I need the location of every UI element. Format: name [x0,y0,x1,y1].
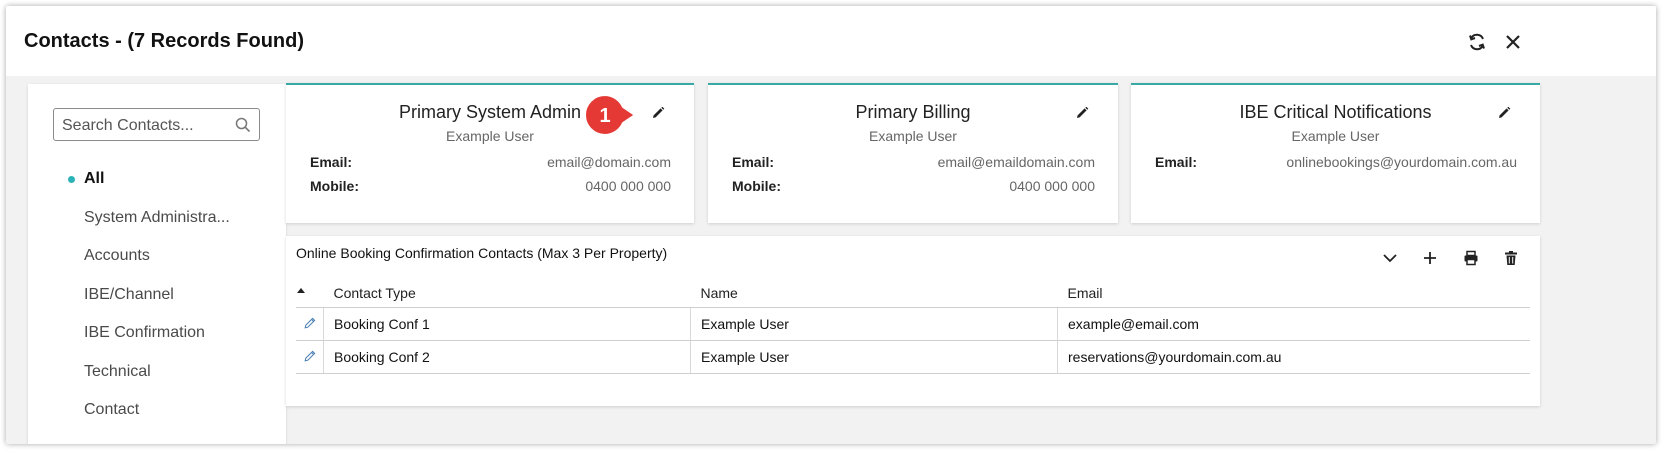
card-subtitle: Example User [1291,128,1380,144]
contact-category-list: All System Administra... Accounts IBE/Ch… [28,164,286,434]
mobile-value: 0400 000 000 [585,178,671,194]
trash-icon[interactable] [1501,248,1521,268]
dialog-title: Contacts - (7 Records Found) [24,30,305,52]
card-title: IBE Critical Notifications [1239,102,1432,122]
sort-column-header[interactable] [296,271,324,308]
active-indicator-dot [68,176,75,183]
contacts-dialog: Contacts - (7 Records Found) Search Cont… [6,6,1656,444]
sidebar-item-ibe-confirmation[interactable]: IBE Confirmation [28,318,286,357]
sidebar-item-label: IBE Confirmation [84,324,205,341]
column-header-name[interactable]: Name [690,271,1058,308]
email-label: Email: [1155,154,1198,170]
card-title: Primary Billing [855,102,971,122]
edit-pencil-icon[interactable] [1496,105,1512,121]
panel-title: Online Booking Confirmation Contacts (Ma… [296,245,668,261]
edit-pencil-icon [303,350,315,362]
close-icon[interactable] [1501,30,1525,54]
sidebar-item-label: All [84,170,105,187]
cell-email: reservations@yourdomain.com.au [1057,340,1530,374]
column-header-contact-type[interactable]: Contact Type [323,271,691,308]
chevron-down-icon[interactable] [1380,248,1400,268]
mobile-value: 0400 000 000 [1009,178,1095,194]
contacts-sidebar: All System Administra... Accounts IBE/Ch… [28,84,286,444]
email-value: email@emaildomain.com [937,154,1095,170]
dialog-header: Contacts - (7 Records Found) [6,6,1656,76]
cell-name: Example User [690,307,1058,341]
search-box [53,108,260,141]
cell-name: Example User [690,340,1058,374]
cell-contact-type: Booking Conf 2 [323,340,691,374]
email-label: Email: [310,154,353,170]
edit-pencil-icon[interactable] [1074,105,1090,121]
booking-confirmation-panel: Online Booking Confirmation Contacts (Ma… [286,236,1540,406]
column-header-email[interactable]: Email [1057,271,1530,308]
mobile-label: Mobile: [310,178,359,194]
cell-email: example@email.com [1057,307,1530,341]
sidebar-item-all[interactable]: All [28,164,286,203]
table-row: Booking Conf 1 Example User example@emai… [296,307,1530,341]
sidebar-item-label: Contact [84,401,140,418]
email-value: email@domain.com [547,154,671,170]
sidebar-item-label: Technical [84,362,151,380]
table-header-row: Contact Type Name Email [296,271,1530,308]
card-subtitle: Example User [869,128,957,144]
edit-pencil-icon[interactable] [650,105,666,121]
booking-contacts-table: Contact Type Name Email Booking Conf 1 E… [296,271,1530,374]
table-row: Booking Conf 2 Example User reservations… [296,340,1530,374]
email-label: Email: [732,154,775,170]
sidebar-item-contact[interactable]: Contact [28,395,286,434]
sidebar-item-ibe-channel[interactable]: IBE/Channel [28,280,286,319]
row-edit-cell[interactable] [296,307,324,341]
contact-card-primary-billing: Primary Billing Example User Email: emai… [708,83,1118,223]
callout-number: 1 [599,105,610,127]
sidebar-item-system-administrator[interactable]: System Administra... [28,203,286,242]
contact-card-ibe-critical-notifications: IBE Critical Notifications Example User … [1131,83,1540,223]
sidebar-item-label: System Administra... [84,208,230,226]
sidebar-item-label: IBE/Channel [84,285,174,303]
cell-contact-type: Booking Conf 1 [323,307,691,341]
sort-ascending-icon [297,288,305,293]
sidebar-item-technical[interactable]: Technical [28,357,286,396]
print-icon[interactable] [1461,248,1481,268]
sidebar-item-label: Accounts [84,247,150,264]
refresh-icon[interactable] [1465,30,1489,54]
edit-pencil-icon [303,317,315,329]
step-callout-badge: 1 [584,93,637,137]
search-icon[interactable] [235,117,251,133]
plus-icon[interactable] [1420,248,1440,268]
mobile-label: Mobile: [732,178,781,194]
search-input[interactable] [60,114,229,138]
row-edit-cell[interactable] [296,340,324,374]
email-value: onlinebookings@yourdomain.com.au [1286,154,1517,170]
sidebar-item-accounts[interactable]: Accounts [28,241,286,280]
